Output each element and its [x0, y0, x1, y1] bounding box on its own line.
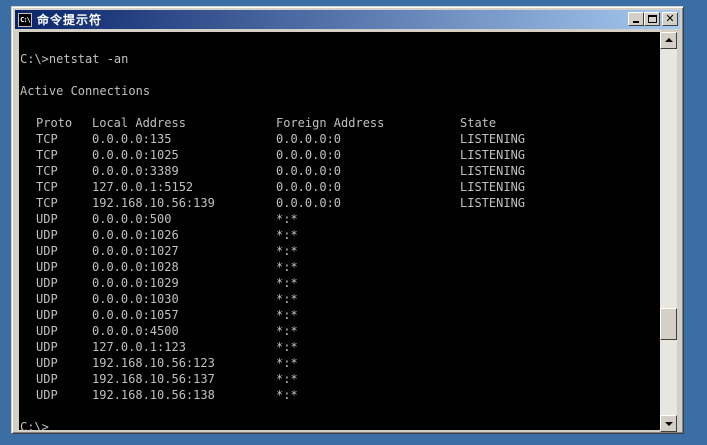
- cell-foreign: 0.0.0.0:0: [276, 180, 342, 194]
- command-prompt-window: C:\ 命令提示符 ✕ C:\>netstat -an Active Conne…: [11, 6, 684, 434]
- header-foreign-address: Foreign Address: [276, 116, 385, 130]
- connection-row: UDP 0.0.0.0:1028 *:*: [20, 259, 620, 275]
- cell-proto: TCP: [36, 132, 58, 146]
- window-title: 命令提示符: [37, 13, 103, 27]
- scroll-up-button[interactable]: [660, 32, 677, 49]
- cell-local: 0.0.0.0:1025: [92, 148, 179, 162]
- connection-row: TCP 0.0.0.0:3389 0.0.0.0:0 LISTENING: [20, 163, 620, 179]
- cell-local: 0.0.0.0:1030: [92, 292, 179, 306]
- cell-proto: TCP: [36, 196, 58, 210]
- cell-proto: UDP: [36, 388, 58, 402]
- connection-row: UDP 0.0.0.0:1029 *:*: [20, 275, 620, 291]
- column-headers: Proto Local Address Foreign Address Stat…: [20, 115, 620, 131]
- maximize-icon: [648, 15, 657, 23]
- cell-foreign: *:*: [276, 340, 298, 354]
- connection-row: TCP 127.0.0.1:5152 0.0.0.0:0 LISTENING: [20, 179, 620, 195]
- cell-local: 192.168.10.56:138: [92, 388, 215, 402]
- cell-proto: UDP: [36, 372, 58, 386]
- connection-row: UDP 127.0.0.1:123 *:*: [20, 339, 620, 355]
- cell-local: 127.0.0.1:5152: [92, 180, 194, 194]
- cell-local: 0.0.0.0:4500: [92, 324, 179, 338]
- cell-proto: UDP: [36, 324, 58, 338]
- command-line: C:\>netstat -an: [20, 52, 129, 66]
- cell-local: 0.0.0.0:1029: [92, 276, 179, 290]
- connection-row: UDP 0.0.0.0:500 *:*: [20, 211, 620, 227]
- cell-foreign: *:*: [276, 388, 298, 402]
- arrow-down-icon: [665, 422, 673, 426]
- cell-local: 127.0.0.1:123: [92, 340, 186, 354]
- connection-row: TCP 0.0.0.0:1025 0.0.0.0:0 LISTENING: [20, 147, 620, 163]
- connection-row: TCP 192.168.10.56:139 0.0.0.0:0 LISTENING: [20, 195, 620, 211]
- connection-row: UDP 0.0.0.0:1057 *:*: [20, 307, 620, 323]
- vertical-scrollbar[interactable]: [660, 32, 677, 432]
- header-proto: Proto: [36, 116, 73, 130]
- cell-foreign: 0.0.0.0:0: [276, 164, 342, 178]
- connection-row: UDP 0.0.0.0:1030 *:*: [20, 291, 620, 307]
- cell-foreign: *:*: [276, 324, 298, 338]
- close-button[interactable]: ✕: [662, 12, 678, 26]
- cell-foreign: *:*: [276, 308, 298, 322]
- cell-local: 0.0.0.0:1057: [92, 308, 179, 322]
- cell-proto: TCP: [36, 164, 58, 178]
- scroll-down-button[interactable]: [660, 415, 677, 432]
- section-title: Active Connections: [20, 84, 151, 98]
- cell-state: LISTENING: [460, 196, 526, 210]
- connection-row: UDP 192.168.10.56:123 *:*: [20, 355, 620, 371]
- arrow-up-icon: [665, 38, 673, 42]
- connection-row: UDP 0.0.0.0:4500 *:*: [20, 323, 620, 339]
- cell-proto: TCP: [36, 180, 58, 194]
- connection-row: UDP 192.168.10.56:138 *:*: [20, 387, 620, 403]
- cell-foreign: 0.0.0.0:0: [276, 132, 342, 146]
- cell-proto: UDP: [36, 260, 58, 274]
- maximize-button[interactable]: [644, 12, 660, 26]
- cell-state: LISTENING: [460, 148, 526, 162]
- cell-foreign: *:*: [276, 292, 298, 306]
- cell-proto: UDP: [36, 292, 58, 306]
- cell-proto: UDP: [36, 356, 58, 370]
- cell-foreign: *:*: [276, 372, 298, 386]
- cell-local: 0.0.0.0:1028: [92, 260, 179, 274]
- cell-local: 0.0.0.0:3389: [92, 164, 179, 178]
- title-bar[interactable]: C:\ 命令提示符 ✕: [15, 10, 680, 29]
- cell-foreign: 0.0.0.0:0: [276, 196, 342, 210]
- cell-state: LISTENING: [460, 180, 526, 194]
- cell-local: 0.0.0.0:1026: [92, 228, 179, 242]
- cell-foreign: *:*: [276, 228, 298, 242]
- prompt-line: C:\>: [20, 420, 49, 430]
- header-local-address: Local Address: [92, 116, 186, 130]
- cell-proto: TCP: [36, 148, 58, 162]
- cell-proto: UDP: [36, 308, 58, 322]
- close-icon: ✕: [665, 12, 675, 25]
- cell-local: 0.0.0.0:500: [92, 212, 172, 226]
- cell-proto: UDP: [36, 228, 58, 242]
- cell-state: LISTENING: [460, 132, 526, 146]
- connection-row: UDP 192.168.10.56:137 *:*: [20, 371, 620, 387]
- cell-local: 192.168.10.56:137: [92, 372, 215, 386]
- cell-state: LISTENING: [460, 164, 526, 178]
- connection-row: UDP 0.0.0.0:1027 *:*: [20, 243, 620, 259]
- cell-foreign: *:*: [276, 244, 298, 258]
- cell-foreign: *:*: [276, 260, 298, 274]
- cell-local: 192.168.10.56:139: [92, 196, 215, 210]
- connection-row: UDP 0.0.0.0:1026 *:*: [20, 227, 620, 243]
- cell-proto: UDP: [36, 340, 58, 354]
- cell-proto: UDP: [36, 212, 58, 226]
- cell-foreign: *:*: [276, 356, 298, 370]
- cell-foreign: *:*: [276, 276, 298, 290]
- cell-local: 0.0.0.0:1027: [92, 244, 179, 258]
- console-output[interactable]: C:\>netstat -an Active Connections Proto…: [19, 32, 660, 430]
- minimize-button[interactable]: [628, 12, 644, 26]
- cmd-icon[interactable]: C:\: [18, 12, 32, 27]
- minimize-icon: [633, 21, 639, 23]
- cell-local: 192.168.10.56:123: [92, 356, 215, 370]
- cell-proto: UDP: [36, 276, 58, 290]
- cell-local: 0.0.0.0:135: [92, 132, 172, 146]
- window-controls: ✕: [628, 12, 678, 26]
- connection-row: TCP 0.0.0.0:135 0.0.0.0:0 LISTENING: [20, 131, 620, 147]
- scroll-thumb[interactable]: [660, 308, 677, 340]
- cell-foreign: *:*: [276, 212, 298, 226]
- header-state: State: [460, 116, 497, 130]
- cell-foreign: 0.0.0.0:0: [276, 148, 342, 162]
- cell-proto: UDP: [36, 244, 58, 258]
